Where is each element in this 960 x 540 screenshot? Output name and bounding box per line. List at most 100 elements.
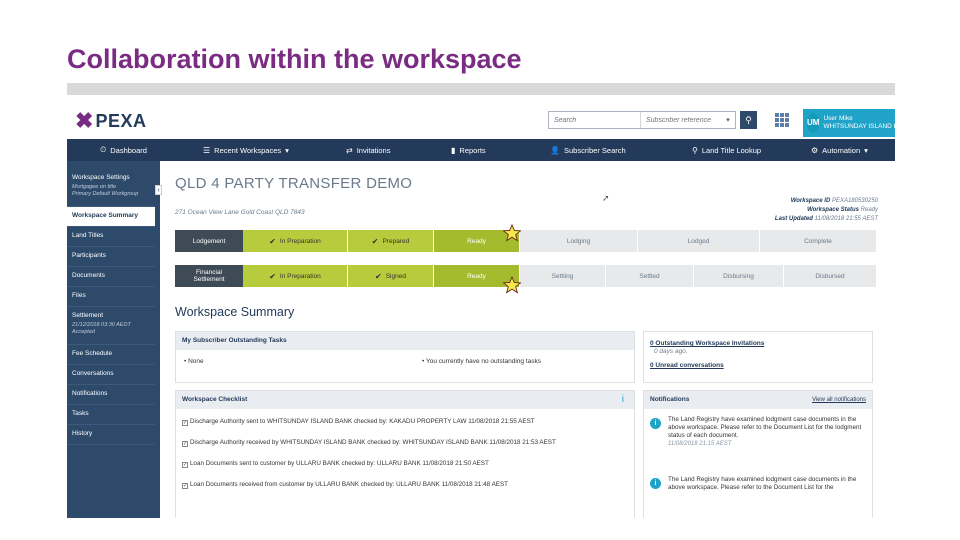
nav-item-reports[interactable]: ▮ Reports xyxy=(451,146,486,155)
panel-title: My Subscriber Outstanding Tasks xyxy=(176,332,634,350)
notification-text: The Land Registry have examined lodgment… xyxy=(668,476,857,491)
search-button[interactable]: ⚲ xyxy=(740,111,757,129)
view-all-notifications-link[interactable]: View all notifications xyxy=(812,391,866,409)
browser-chrome-strip xyxy=(67,83,895,95)
notification-item[interactable]: i The Land Registry have examined lodgmen… xyxy=(650,416,868,448)
nav-item-invitations[interactable]: ⇄ Invitations xyxy=(346,146,390,155)
nav-label: Recent Workspaces xyxy=(214,145,282,155)
sidebar-item-workspace-settings[interactable]: Workspace Settings Mortgagee on title Prim… xyxy=(67,169,155,207)
checkbox-icon[interactable]: ✓ xyxy=(182,441,188,447)
sidebar-item-participants[interactable]: Participants xyxy=(67,247,155,267)
stage-signed: ✔ Signed xyxy=(348,265,434,287)
sidebar-item-sublabel: Mortgagee on title xyxy=(72,184,117,190)
checklist-item[interactable]: ✓ Loan Documents sent to customer by ULLA… xyxy=(182,460,489,468)
track-label: Lodgement xyxy=(175,230,243,252)
user-menu[interactable]: UM User Mike WHITSUNDAY ISLAND B xyxy=(803,109,895,137)
pexa-logo[interactable]: ✖ PEXA xyxy=(75,108,146,134)
search-input[interactable] xyxy=(549,112,641,128)
stage-label: Lodged xyxy=(687,237,710,245)
sidebar-item-label: Notifications xyxy=(72,390,108,397)
nav-item-automation[interactable]: ⚙ Automation ▾ xyxy=(811,146,868,155)
panel-title: Workspace Checklist i xyxy=(176,391,634,409)
user-organisation: WHITSUNDAY ISLAND B xyxy=(823,123,895,130)
sidebar-item-tasks[interactable]: Tasks xyxy=(67,405,155,425)
nav-icon: ⚲ xyxy=(692,145,698,155)
nav-item-subscriber-search[interactable]: 👤 Subscriber Search xyxy=(550,146,626,155)
checklist-item[interactable]: ✓ Loan Documents received from customer b… xyxy=(182,481,508,489)
stage-settling: Settling xyxy=(520,265,606,287)
search-type-dropdown[interactable]: ▾ xyxy=(721,112,735,128)
stage-prepared: ✔ Prepared xyxy=(348,230,434,252)
sidebar-item-workspace-summary[interactable]: Workspace Summary xyxy=(67,207,155,227)
check-icon: ✔ xyxy=(371,236,379,246)
nav-icon: ⚙ xyxy=(811,145,819,155)
meta-row: Workspace ID PEXA180530250 xyxy=(775,197,878,206)
sidebar-item-fee-schedule[interactable]: Fee Schedule xyxy=(67,345,155,365)
stage-label: Settled xyxy=(639,272,660,280)
sidebar-item-label: Files xyxy=(72,292,86,299)
sidebar-item-settlement[interactable]: Settlement 21/12/2018 03:30 AEDT Accepted xyxy=(67,307,155,345)
sidebar-item-label: Workspace Settings xyxy=(72,174,130,181)
checklist-text: Loan Documents received from customer by… xyxy=(190,481,509,488)
sidebar-item-label: Workspace Summary xyxy=(72,212,138,219)
stage-in-preparation: ✔ In Preparation xyxy=(243,230,348,252)
sidebar-item-sublabel: Accepted xyxy=(72,329,95,335)
meta-row: Last Updated 11/08/2018 21:55 AEST xyxy=(775,215,878,224)
main-nav: ⏲ Dashboard ☰ Recent Workspaces ▾ ⇄ Invitation… xyxy=(67,139,895,161)
stage-label: Prepared xyxy=(382,237,410,245)
stage-complete: Complete xyxy=(760,230,877,252)
subscriber-reference-input[interactable] xyxy=(641,112,721,128)
sidebar-item-history[interactable]: History xyxy=(67,425,155,445)
info-icon[interactable]: i xyxy=(622,391,624,409)
pexa-logo-mark-icon: ✖ xyxy=(75,108,94,133)
meta-value: Ready xyxy=(860,207,878,213)
lodgement-progress: Lodgement ✔ In Preparation ✔ Prepared Ready Lo… xyxy=(175,230,877,252)
nav-item-land-title-lookup[interactable]: ⚲ Land Title Lookup xyxy=(692,146,761,155)
sidebar-item-land-titles[interactable]: Land Titles xyxy=(67,227,155,247)
meta-key: Workspace Status xyxy=(807,207,859,213)
stage-label: Ready xyxy=(467,237,486,245)
sidebar-item-label: Documents xyxy=(72,272,105,279)
chevron-down-icon: ▾ xyxy=(864,145,868,155)
checklist-item[interactable]: ✓ Discharge Authority sent to WHITSUNDAY … xyxy=(182,418,535,426)
app-grid-icon[interactable] xyxy=(775,113,789,127)
workspace-address: 271 Ocean View Lane Gold Coast QLD 7843 xyxy=(175,209,305,216)
invitations-age: 0 days ago. xyxy=(654,348,688,355)
check-icon: ✔ xyxy=(269,271,276,281)
sidebar-item-label: Tasks xyxy=(72,410,89,417)
workspace-checklist-panel: Workspace Checklist i ✓ Discharge Authori… xyxy=(175,390,635,518)
screenshot-frame: ✖ PEXA ▾ ⚲ UM User Mike WHITSUNDAY ISLAN… xyxy=(67,83,895,518)
nav-item-dashboard[interactable]: ⏲ Dashboard xyxy=(100,145,147,155)
sidebar-item-sublabel: Primary Default Workgroup xyxy=(72,191,139,197)
unread-conversations-link[interactable]: 0 Unread conversations xyxy=(650,362,724,369)
sidebar-item-documents[interactable]: Documents xyxy=(67,267,155,287)
notifications-panel: Notifications View all notifications i Th… xyxy=(643,390,873,518)
checkbox-icon[interactable]: ✓ xyxy=(182,462,188,468)
sidebar-item-label: Fee Schedule xyxy=(72,350,113,357)
search-bar: ▾ xyxy=(548,111,736,129)
stage-label: Signed xyxy=(385,272,406,280)
checkbox-icon[interactable]: ✓ xyxy=(182,420,188,426)
nav-icon: ▮ xyxy=(451,145,456,155)
track-label: Financial Settlement xyxy=(175,265,243,287)
nav-label: Reports xyxy=(459,145,486,155)
nav-label: Subscriber Search xyxy=(563,145,626,155)
workspace-title: QLD 4 PARTY TRANSFER DEMO xyxy=(175,175,413,192)
checkbox-icon[interactable]: ✓ xyxy=(182,483,188,489)
sidebar-collapse-button[interactable]: ‹ xyxy=(155,185,162,195)
stage-label: Disbursed xyxy=(815,272,845,280)
star-annotation-icon xyxy=(503,224,521,242)
sidebar-item-notifications[interactable]: Notifications xyxy=(67,385,155,405)
stage-disbursing: Disbursing xyxy=(694,265,784,287)
nav-icon: ⏲ xyxy=(100,145,107,154)
outstanding-invitations-link[interactable]: 0 Outstanding Workspace Invitations xyxy=(650,340,764,347)
sidebar-item-files[interactable]: Files xyxy=(67,287,155,307)
stage-label: Complete xyxy=(804,237,832,245)
nav-item-recent-workspaces[interactable]: ☰ Recent Workspaces ▾ xyxy=(203,146,289,155)
notification-item[interactable]: i The Land Registry have examined lodgmen… xyxy=(650,476,868,492)
stage-in-preparation: ✔ In Preparation xyxy=(243,265,348,287)
stage-lodging: Lodging xyxy=(520,230,638,252)
workspace-meta: Workspace ID PEXA180530250 Workspace Stat… xyxy=(775,197,878,224)
checklist-item[interactable]: ✓ Discharge Authority received by WHITSUN… xyxy=(182,439,556,447)
sidebar-item-conversations[interactable]: Conversations xyxy=(67,365,155,385)
